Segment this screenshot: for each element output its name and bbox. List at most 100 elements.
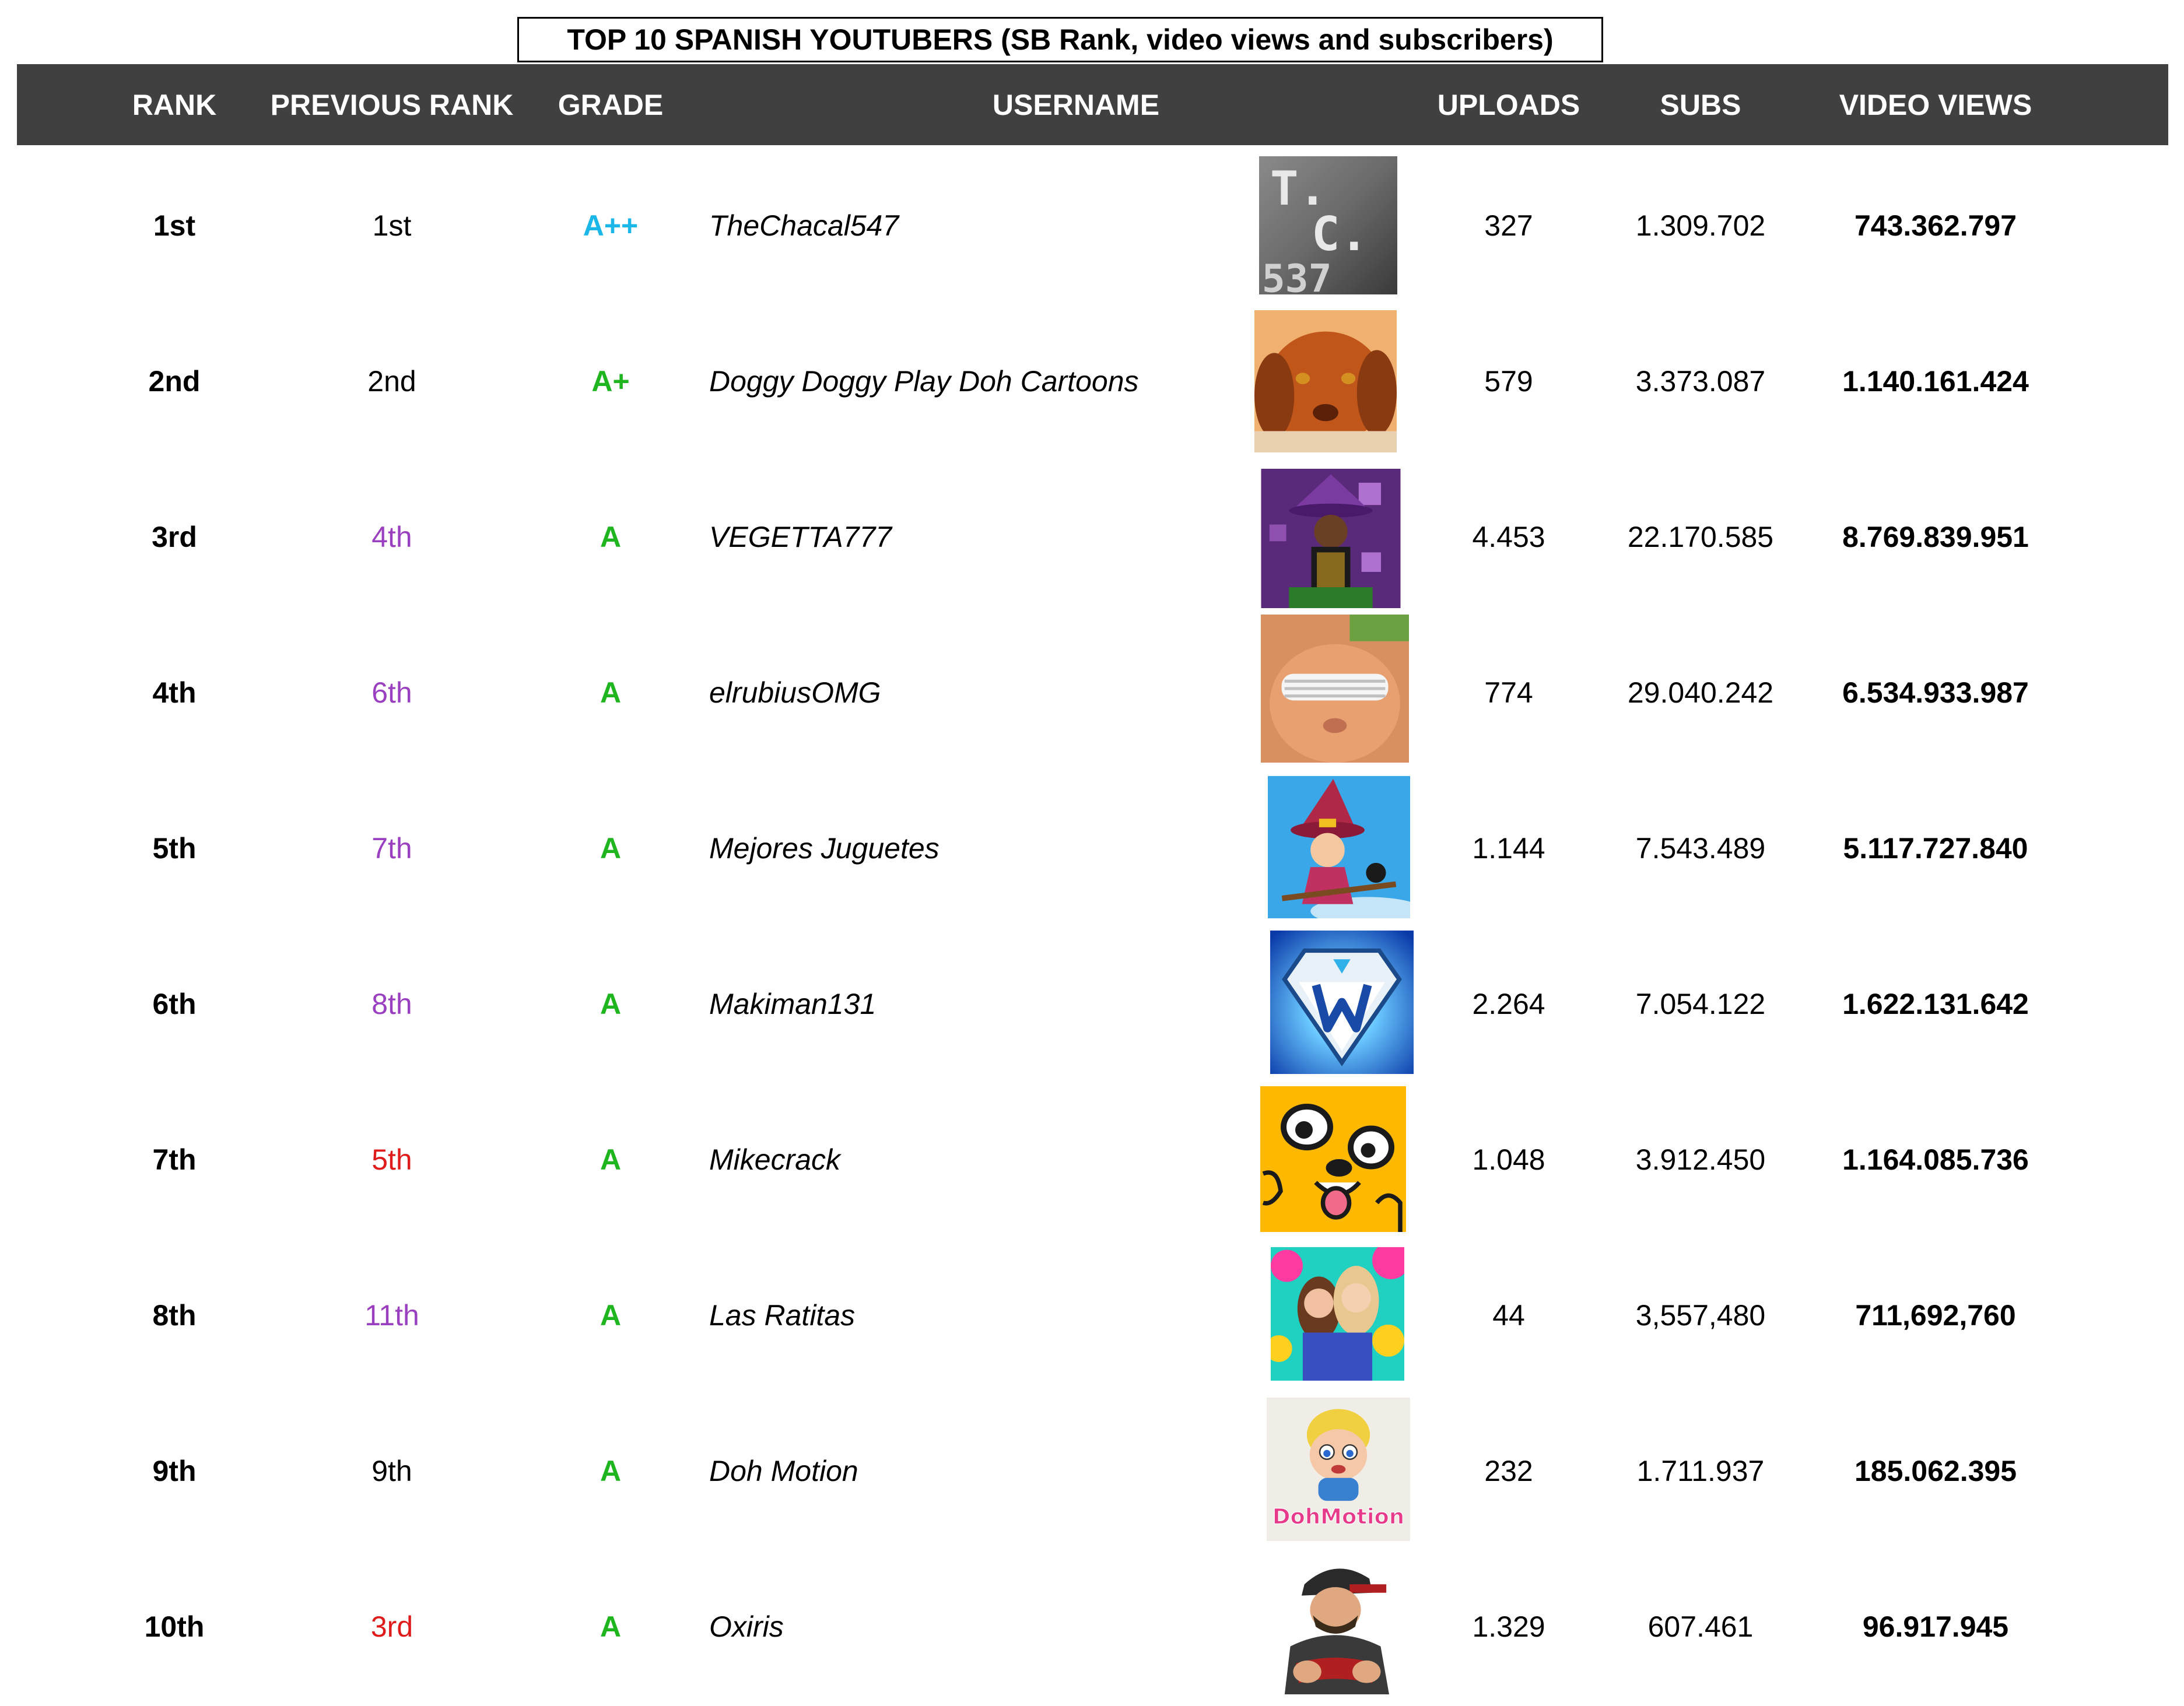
username-cell[interactable]: VEGETTA777 bbox=[709, 459, 1234, 615]
rank-cell: 1st bbox=[153, 209, 196, 242]
video-views-cell: 1.164.085.736 bbox=[1842, 1143, 2029, 1176]
rank-cell: 6th bbox=[152, 987, 197, 1020]
uploads-cell: 232 bbox=[1484, 1454, 1533, 1487]
subs-cell: 7.543.489 bbox=[1635, 831, 1766, 865]
table-row: 10th 3rd A Oxiris 1.329 607.461 96.917.9… bbox=[0, 1549, 2184, 1704]
grade-cell: A bbox=[600, 831, 622, 865]
uploads-cell: 1.144 bbox=[1472, 831, 1545, 865]
table-row: 2nd 2nd A+ Doggy Doggy Play Doh Cartoons… bbox=[0, 303, 2184, 459]
table-row: 7th 5th A Mikecrack 1.048 3.912.450 1.16… bbox=[0, 1082, 2184, 1237]
subs-cell: 607.461 bbox=[1647, 1610, 1754, 1643]
rank-cell: 9th bbox=[152, 1454, 197, 1487]
previous-rank-cell: 1st bbox=[372, 209, 412, 242]
rank-cell: 2nd bbox=[148, 364, 201, 398]
rank-cell: 10th bbox=[144, 1610, 205, 1643]
header-video-views: VIDEO VIEWS bbox=[1839, 88, 2032, 121]
previous-rank-cell: 5th bbox=[371, 1143, 412, 1176]
table-row: 5th 7th A Mejores Juguetes 1.144 7.543.4… bbox=[0, 770, 2184, 926]
uploads-cell: 1.048 bbox=[1472, 1143, 1545, 1176]
username-cell[interactable]: Mikecrack bbox=[709, 1082, 1234, 1237]
grade-cell: A++ bbox=[583, 209, 639, 242]
subs-cell: 3,557,480 bbox=[1635, 1298, 1766, 1332]
witch-cartoon-icon[interactable] bbox=[1268, 776, 1410, 918]
previous-rank-cell: 9th bbox=[371, 1454, 412, 1487]
uploads-cell: 579 bbox=[1484, 364, 1533, 398]
header-grade: GRADE bbox=[558, 88, 664, 121]
previous-rank-cell: 2nd bbox=[367, 364, 416, 398]
username-cell[interactable]: Las Ratitas bbox=[709, 1237, 1234, 1393]
table-row: 4th 6th A elrubiusOMG 774 29.040.242 6.5… bbox=[0, 615, 2184, 770]
video-views-cell: 1.140.161.424 bbox=[1842, 364, 2029, 398]
grade-cell: A+ bbox=[591, 364, 630, 398]
header-subs: SUBS bbox=[1660, 88, 1741, 121]
rank-cell: 4th bbox=[152, 676, 197, 709]
video-views-cell: 185.062.395 bbox=[1854, 1454, 2017, 1487]
video-views-cell: 6.534.933.987 bbox=[1842, 676, 2029, 709]
subs-cell: 1.711.937 bbox=[1636, 1454, 1765, 1487]
uploads-cell: 1.329 bbox=[1472, 1610, 1545, 1643]
subs-cell: 1.309.702 bbox=[1635, 209, 1766, 242]
header-previous-rank: PREVIOUS RANK bbox=[270, 88, 514, 121]
subs-cell: 3.373.087 bbox=[1635, 364, 1766, 398]
cap-man-character-icon[interactable] bbox=[1265, 1549, 1406, 1699]
previous-rank-cell: 8th bbox=[371, 987, 412, 1020]
username-cell[interactable]: Mejores Juguetes bbox=[709, 770, 1234, 926]
previous-rank-cell: 11th bbox=[364, 1298, 419, 1332]
grade-cell: A bbox=[600, 1298, 622, 1332]
previous-rank-cell: 4th bbox=[371, 520, 412, 553]
rank-cell: 7th bbox=[152, 1143, 197, 1176]
uploads-cell: 44 bbox=[1492, 1298, 1525, 1332]
header-rank: RANK bbox=[132, 88, 217, 121]
video-views-cell: 8.769.839.951 bbox=[1842, 520, 2029, 553]
video-views-cell: 96.917.945 bbox=[1862, 1610, 2009, 1643]
table-row: 1st 1st A++ TheChacal547 T. C. 537 327 1… bbox=[0, 148, 2184, 303]
uploads-cell: 4.453 bbox=[1472, 520, 1545, 553]
subs-cell: 22.170.585 bbox=[1627, 520, 1774, 553]
yellow-dog-face-icon[interactable] bbox=[1259, 1086, 1407, 1232]
username-cell[interactable]: Doh Motion bbox=[709, 1393, 1234, 1549]
subs-cell: 29.040.242 bbox=[1627, 676, 1774, 709]
subs-cell: 7.054.122 bbox=[1635, 987, 1766, 1020]
uploads-cell: 2.264 bbox=[1472, 987, 1545, 1020]
uploads-cell: 774 bbox=[1484, 676, 1533, 709]
video-views-cell: 743.362.797 bbox=[1854, 209, 2017, 242]
cat-with-shutter-glasses-icon[interactable] bbox=[1261, 615, 1409, 763]
svg-text:537: 537 bbox=[1262, 255, 1332, 294]
grade-cell: A bbox=[600, 1610, 622, 1643]
username-cell[interactable]: Doggy Doggy Play Doh Cartoons bbox=[709, 303, 1234, 459]
rank-cell: 5th bbox=[152, 831, 197, 865]
previous-rank-cell: 7th bbox=[371, 831, 412, 865]
wizard-character-icon[interactable] bbox=[1261, 469, 1401, 608]
username-cell[interactable]: elrubiusOMG bbox=[709, 615, 1234, 770]
table-row: 8th 11th A Las Ratitas 44 3,557,480 711,… bbox=[0, 1237, 2184, 1393]
diamond-m-logo-icon[interactable] bbox=[1270, 931, 1414, 1074]
previous-rank-cell: 6th bbox=[371, 676, 412, 709]
doh-motion-logo-text: DohMotion bbox=[1272, 1504, 1404, 1529]
grade-cell: A bbox=[600, 676, 622, 709]
dog-photo-icon[interactable] bbox=[1254, 310, 1397, 452]
grade-cell: A bbox=[600, 1454, 622, 1487]
table-title: TOP 10 SPANISH YOUTUBERS (SB Rank, video… bbox=[517, 17, 1603, 62]
subs-cell: 3.912.450 bbox=[1635, 1143, 1766, 1176]
grade-cell: A bbox=[600, 1143, 622, 1176]
username-cell[interactable]: Oxiris bbox=[709, 1549, 1234, 1704]
doh-motion-character-icon[interactable]: DohMotion bbox=[1267, 1398, 1410, 1541]
table-row: 9th 9th A Doh Motion DohMotion 232 1.711… bbox=[0, 1393, 2184, 1549]
header-username: USERNAME bbox=[992, 88, 1160, 121]
video-views-cell: 1.622.131.642 bbox=[1842, 987, 2029, 1020]
grade-cell: A bbox=[600, 520, 622, 553]
table-row: 6th 8th A Makiman131 2.264 7.054.122 1.6… bbox=[0, 926, 2184, 1082]
username-cell[interactable]: TheChacal547 bbox=[709, 148, 1234, 303]
rank-cell: 3rd bbox=[152, 520, 197, 553]
two-girls-photo-icon[interactable] bbox=[1271, 1247, 1404, 1381]
video-views-cell: 5.117.727.840 bbox=[1843, 831, 2028, 865]
table-header: RANK PREVIOUS RANK GRADE USERNAME UPLOAD… bbox=[17, 64, 2168, 145]
tc-537-logo-icon[interactable]: T. C. 537 bbox=[1259, 156, 1397, 294]
svg-text:C.: C. bbox=[1312, 207, 1368, 262]
uploads-cell: 327 bbox=[1484, 209, 1533, 242]
table-row: 3rd 4th A VEGETTA777 4.453 22.170.585 8.… bbox=[0, 459, 2184, 615]
previous-rank-cell: 3rd bbox=[370, 1610, 413, 1643]
video-views-cell: 711,692,760 bbox=[1855, 1298, 2016, 1332]
username-cell[interactable]: Makiman131 bbox=[709, 926, 1234, 1082]
grade-cell: A bbox=[600, 987, 622, 1020]
